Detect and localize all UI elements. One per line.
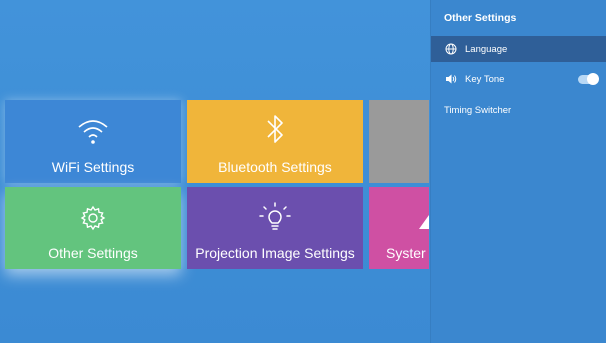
other-settings-tile[interactable]: Other Settings xyxy=(5,187,181,269)
menu-item-label: Timing Switcher xyxy=(444,105,512,116)
speaker-icon xyxy=(446,74,457,84)
toggle-knob xyxy=(587,73,599,85)
wifi-icon xyxy=(78,120,108,144)
projection-image-settings-label: Projection Image Settings xyxy=(195,245,355,261)
partial-tile[interactable] xyxy=(369,100,429,183)
key-tone-toggle[interactable] xyxy=(578,73,599,85)
system-tile[interactable]: Syster xyxy=(369,187,429,269)
bluetooth-settings-label: Bluetooth Settings xyxy=(218,159,332,175)
lightbulb-icon xyxy=(259,202,291,230)
menu-item-label: Language xyxy=(465,44,508,55)
globe-icon xyxy=(445,43,457,55)
arrow-up-icon xyxy=(419,215,429,229)
gear-icon xyxy=(80,205,106,231)
system-label: Syster xyxy=(386,245,426,261)
menu-item-label: Key Tone xyxy=(465,74,505,85)
other-settings-panel: Other Settings Language Key Tone Timing … xyxy=(430,0,606,343)
bluetooth-settings-tile[interactable]: Bluetooth Settings xyxy=(187,100,363,183)
projection-image-settings-tile[interactable]: Projection Image Settings xyxy=(187,187,363,269)
other-settings-label: Other Settings xyxy=(48,245,138,261)
bluetooth-icon xyxy=(267,115,283,143)
menu-item-key-tone[interactable]: Key Tone xyxy=(431,66,606,92)
menu-item-language[interactable]: Language xyxy=(431,36,606,62)
wifi-settings-tile[interactable]: WiFi Settings xyxy=(5,100,181,183)
menu-item-timing-switcher[interactable]: Timing Switcher xyxy=(431,97,606,123)
panel-title: Other Settings xyxy=(444,12,517,24)
wifi-settings-label: WiFi Settings xyxy=(51,159,135,175)
